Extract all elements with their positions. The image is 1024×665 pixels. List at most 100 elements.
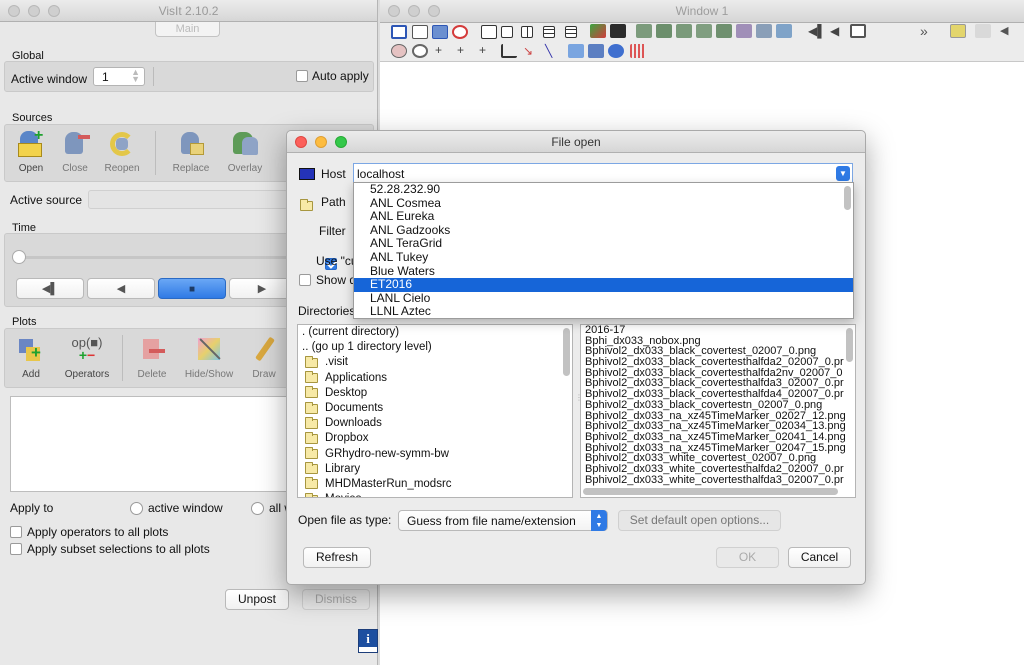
directory-item[interactable]: Library bbox=[298, 462, 572, 477]
visit-info-icon[interactable]: i bbox=[358, 629, 378, 653]
host-option[interactable]: Blue Waters bbox=[354, 264, 853, 279]
host-option[interactable]: ET2016 bbox=[354, 278, 853, 292]
box-tool-icon[interactable] bbox=[588, 44, 604, 58]
open-button[interactable]: + Open bbox=[8, 127, 54, 179]
dismiss-button[interactable]: Dismiss bbox=[302, 589, 370, 610]
refresh-button[interactable]: Refresh bbox=[303, 547, 371, 568]
more-tools-icon[interactable]: » bbox=[920, 23, 928, 39]
directory-item[interactable]: GRhydro-new-symm-bw bbox=[298, 447, 572, 462]
file-item[interactable]: Bphivol2_dx033_white_covertesthalfda3_02… bbox=[581, 474, 855, 486]
lock-time-icon[interactable] bbox=[636, 24, 652, 38]
plane-tool-icon[interactable] bbox=[568, 44, 584, 58]
directory-item[interactable]: MHDMasterRun_modsrc bbox=[298, 477, 572, 492]
pick-icon[interactable]: ↘ bbox=[523, 44, 539, 58]
set-default-open-options-button[interactable]: Set default open options... bbox=[618, 510, 781, 531]
files-scrollbar[interactable] bbox=[845, 326, 854, 496]
cancel-button[interactable]: Cancel bbox=[788, 547, 851, 568]
directory-item[interactable]: Movies bbox=[298, 492, 572, 497]
dialog-titlebar[interactable]: File open bbox=[287, 131, 865, 153]
host-option[interactable]: ANL TeraGrid bbox=[354, 237, 853, 251]
animation-stop-icon[interactable] bbox=[850, 24, 866, 38]
close-button[interactable]: Close bbox=[52, 127, 98, 179]
file-item[interactable]: Bphivol2_dx033_na_xz45TimeMarker_02041_1… bbox=[581, 432, 855, 443]
copy-window-icon[interactable] bbox=[432, 25, 448, 39]
undo-view-icon[interactable] bbox=[975, 24, 991, 38]
host-option[interactable]: ANL Eureka bbox=[354, 210, 853, 224]
layout-2x2-icon[interactable] bbox=[521, 26, 533, 38]
apply-subset-checkbox[interactable] bbox=[10, 543, 22, 555]
main-titlebar[interactable]: VisIt 2.10.2 bbox=[0, 0, 377, 22]
directory-item[interactable]: Downloads bbox=[298, 416, 572, 431]
active-window-spinbox[interactable]: 1 ▲ ▼ bbox=[93, 67, 145, 86]
layout-1x1-icon[interactable] bbox=[481, 25, 497, 39]
plot-pseudocolor-icon[interactable] bbox=[676, 24, 692, 38]
line-tool-icon[interactable]: ╲ bbox=[545, 44, 561, 58]
add-plot-button[interactable]: + Add bbox=[8, 333, 54, 385]
directory-item[interactable]: Dropbox bbox=[298, 431, 572, 446]
navigate-icon[interactable] bbox=[391, 44, 407, 58]
directory-item[interactable]: .visit bbox=[298, 355, 572, 370]
host-option[interactable]: ANL Cosmea bbox=[354, 196, 853, 211]
hide-show-button[interactable]: Hide/Show bbox=[183, 333, 235, 385]
step-back-button[interactable]: ◀▌ bbox=[16, 278, 84, 299]
host-dropdown-list[interactable]: 52.28.232.90 ANL Cosmea ANL Eureka ANL Gadz… bbox=[353, 182, 854, 319]
directory-item[interactable]: Documents bbox=[298, 401, 572, 416]
axis-restriction-icon[interactable] bbox=[630, 44, 646, 58]
zoom-icon[interactable] bbox=[412, 44, 428, 58]
directories-scroll-thumb[interactable] bbox=[563, 328, 570, 376]
sphere-tool-icon[interactable] bbox=[608, 44, 624, 58]
lineout-n-icon[interactable]: + bbox=[457, 43, 473, 57]
animation-first-icon[interactable]: ◀▌ bbox=[808, 24, 826, 38]
plot-contour-icon[interactable] bbox=[696, 24, 712, 38]
reopen-button[interactable]: Reopen bbox=[99, 127, 145, 179]
plot-mesh-icon[interactable] bbox=[716, 24, 732, 38]
show-dot-files-checkbox[interactable] bbox=[299, 274, 311, 286]
spin-mode-icon[interactable] bbox=[590, 24, 606, 38]
active-window-radio[interactable] bbox=[130, 502, 143, 515]
host-combo[interactable]: localhost ▼ bbox=[353, 163, 853, 184]
new-window-icon[interactable] bbox=[412, 25, 428, 39]
directory-item[interactable]: . (current directory) bbox=[298, 325, 572, 340]
clear-window-icon[interactable] bbox=[452, 25, 468, 39]
play-reverse-button[interactable]: ◀ bbox=[87, 278, 155, 299]
active-source-combo[interactable] bbox=[88, 190, 288, 209]
toolbar-overflow-icon[interactable]: ◀ bbox=[1000, 24, 1016, 38]
files-hscroll-thumb[interactable] bbox=[583, 488, 838, 495]
time-slider-handle[interactable] bbox=[12, 250, 26, 264]
host-option[interactable]: LANL Cielo bbox=[354, 291, 853, 306]
stop-button[interactable]: ■ bbox=[158, 278, 226, 299]
delete-plot-button[interactable]: Delete bbox=[129, 333, 175, 385]
lineout-s-icon[interactable]: + bbox=[479, 43, 495, 57]
operators-button[interactable]: op(■) +− Operators bbox=[57, 333, 117, 385]
directory-item[interactable]: Desktop bbox=[298, 386, 572, 401]
directory-item[interactable]: .. (go up 1 directory level) bbox=[298, 340, 572, 355]
layout-3x3-icon[interactable] bbox=[565, 26, 577, 38]
time-slider-track[interactable] bbox=[15, 256, 305, 259]
plot-volume-icon[interactable] bbox=[756, 24, 772, 38]
ok-button[interactable]: OK bbox=[716, 547, 779, 568]
tab-main[interactable]: Main bbox=[155, 22, 220, 37]
animation-prev-icon[interactable]: ◀ bbox=[830, 24, 846, 38]
host-dropdown-scrollbar[interactable] bbox=[843, 184, 852, 317]
spin-arrows-icon[interactable]: ▲ ▼ bbox=[131, 68, 140, 84]
annotation-icon[interactable] bbox=[950, 24, 966, 38]
host-option[interactable]: LLNL Aztec bbox=[354, 305, 853, 318]
unpost-button[interactable]: Unpost bbox=[225, 589, 289, 610]
directory-item[interactable]: Applications bbox=[298, 371, 572, 386]
lock-tools-icon[interactable] bbox=[656, 24, 672, 38]
replace-button[interactable]: Replace bbox=[168, 127, 214, 179]
lock-view-icon[interactable] bbox=[610, 24, 626, 38]
host-dropdown-scroll-thumb[interactable] bbox=[844, 186, 851, 210]
host-option[interactable]: 52.28.232.90 bbox=[354, 183, 853, 197]
directories-list[interactable]: . (current directory) .. (go up 1 directo… bbox=[297, 324, 573, 498]
open-as-type-select[interactable]: Guess from file name/extension ▲ ▼ bbox=[398, 510, 608, 531]
layout-2x3-icon[interactable] bbox=[543, 26, 555, 38]
auto-apply-checkbox[interactable] bbox=[296, 70, 308, 82]
host-option[interactable]: ANL Gadzooks bbox=[354, 223, 853, 238]
directories-scrollbar[interactable] bbox=[562, 326, 571, 496]
draw-button[interactable]: Draw bbox=[241, 333, 287, 385]
files-list[interactable]: 2016-17 Bphi_dx033_nobox.png Bphivol2_dx03… bbox=[580, 324, 856, 498]
file-item[interactable]: Bphivol2_dx033_black_covertestn_02007_0.… bbox=[581, 399, 855, 411]
chevron-down-icon[interactable]: ▼ bbox=[836, 166, 850, 181]
all-windows-radio[interactable] bbox=[251, 502, 264, 515]
